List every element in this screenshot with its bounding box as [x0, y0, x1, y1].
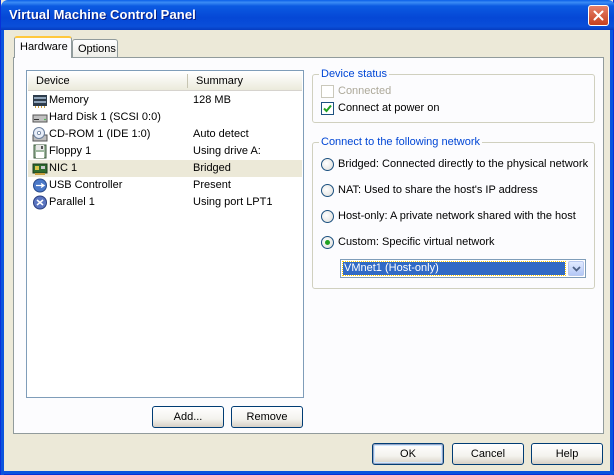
device-list-header: Device Summary — [28, 72, 302, 91]
title-bar[interactable]: Virtual Machine Control Panel — [1, 0, 614, 30]
chevron-down-icon — [571, 265, 581, 272]
custom-network-select[interactable]: VMnet1 (Host-only) — [340, 259, 586, 278]
device-row-hard-disk[interactable]: Hard Disk 1 (SCSI 0:0) — [28, 109, 302, 126]
tab-hardware[interactable]: Hardware — [14, 36, 72, 58]
device-summary: Using drive A: — [193, 145, 261, 157]
connected-label: Connected — [338, 85, 392, 97]
device-status-title: Device status — [319, 68, 390, 80]
nat-radio[interactable] — [321, 184, 334, 197]
connected-checkbox[interactable] — [321, 85, 334, 98]
ok-button-label: OK — [400, 448, 416, 460]
network-connection-title: Connect to the following network — [319, 136, 482, 148]
dropdown-arrow-button[interactable] — [568, 261, 584, 276]
device-summary: Present — [193, 179, 231, 191]
cdrom-icon — [32, 127, 48, 142]
tab-hardware-label: Hardware — [20, 41, 68, 53]
window-frame-left — [1, 30, 4, 475]
device-row-nic[interactable]: NIC 1 Bridged — [28, 160, 302, 177]
bridged-radio[interactable] — [321, 158, 334, 171]
window-title: Virtual Machine Control Panel — [9, 7, 196, 22]
tab-options[interactable]: Options — [72, 39, 118, 59]
device-row-parallel[interactable]: Parallel 1 Using port LPT1 — [28, 194, 302, 211]
nic-icon — [32, 163, 48, 175]
tab-options-label: Options — [78, 43, 116, 55]
bridged-label: Bridged: Connected directly to the physi… — [338, 158, 589, 170]
cancel-button[interactable]: Cancel — [452, 443, 524, 465]
radio-selected-dot — [325, 240, 330, 245]
device-row-cdrom[interactable]: CD-ROM 1 (IDE 1:0) Auto detect — [28, 126, 302, 143]
remove-device-button[interactable]: Remove — [231, 406, 303, 428]
close-icon — [593, 10, 604, 21]
dialog-window: Virtual Machine Control Panel Hardware O… — [0, 0, 614, 475]
remove-device-button-label: Remove — [246, 411, 288, 423]
hardware-tab-panel: Device Summary Memory 128 MB Hard Disk 1… — [13, 57, 604, 434]
device-summary: 128 MB — [193, 94, 231, 106]
ok-button[interactable]: OK — [372, 443, 444, 465]
device-summary: Auto detect — [193, 128, 249, 140]
column-separator[interactable] — [187, 74, 188, 88]
cancel-button-label: Cancel — [470, 448, 506, 460]
device-status-group: Device status Connected Connect at power… — [312, 68, 595, 123]
network-connection-group: Connect to the following network Bridged… — [312, 136, 595, 289]
add-device-button[interactable]: Add... — [152, 406, 224, 428]
connect-at-power-on-label: Connect at power on — [338, 102, 440, 114]
parallel-port-icon — [33, 195, 47, 210]
device-name: NIC 1 — [49, 162, 78, 174]
device-list[interactable]: Device Summary Memory 128 MB Hard Disk 1… — [26, 70, 304, 398]
device-name: Memory — [49, 94, 89, 106]
device-name: USB Controller — [49, 179, 123, 191]
device-summary: Bridged — [193, 162, 231, 174]
device-summary: Using port LPT1 — [193, 196, 273, 208]
device-name: Parallel 1 — [49, 196, 95, 208]
usb-icon — [33, 178, 47, 193]
column-header-summary[interactable]: Summary — [196, 75, 243, 87]
hard-disk-icon — [32, 114, 48, 123]
column-header-device[interactable]: Device — [36, 75, 70, 87]
custom-label: Custom: Specific virtual network — [338, 236, 495, 248]
window-frame-right — [610, 30, 613, 475]
device-name: CD-ROM 1 (IDE 1:0) — [49, 128, 151, 140]
checkmark-icon — [323, 104, 332, 113]
window-frame-bottom — [1, 471, 614, 474]
connect-at-power-on-checkbox[interactable] — [321, 102, 334, 115]
nat-label: NAT: Used to share the host's IP address — [338, 184, 538, 196]
device-row-usb[interactable]: USB Controller Present — [28, 177, 302, 194]
host-only-radio[interactable] — [321, 210, 334, 223]
memory-icon — [33, 95, 47, 108]
add-device-button-label: Add... — [173, 411, 203, 423]
host-only-label: Host-only: A private network shared with… — [338, 210, 576, 222]
floppy-icon — [33, 144, 47, 159]
device-name: Hard Disk 1 (SCSI 0:0) — [49, 111, 161, 123]
device-row-memory[interactable]: Memory 128 MB — [28, 92, 302, 109]
custom-radio[interactable] — [321, 236, 334, 249]
close-button[interactable] — [588, 5, 609, 26]
help-button[interactable]: Help — [531, 443, 603, 465]
device-name: Floppy 1 — [49, 145, 92, 157]
device-row-floppy[interactable]: Floppy 1 Using drive A: — [28, 143, 302, 160]
help-button-label: Help — [555, 448, 579, 460]
custom-network-select-value: VMnet1 (Host-only) — [342, 261, 566, 276]
